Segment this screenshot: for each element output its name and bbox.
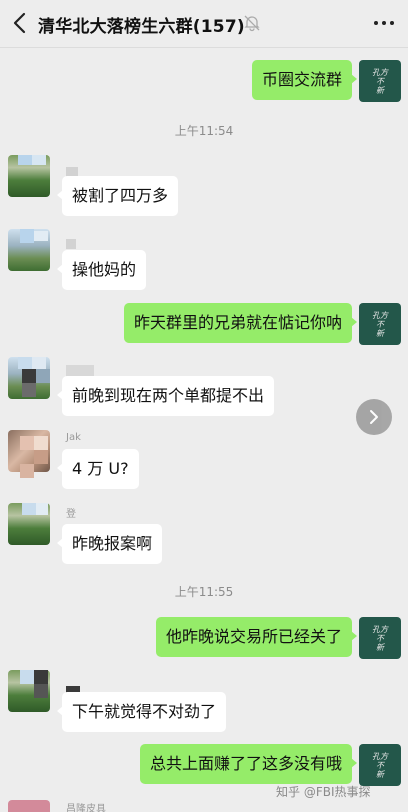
bell-muted-icon bbox=[243, 14, 261, 32]
scroll-next-button[interactable] bbox=[356, 399, 392, 435]
avatar-text: 不 bbox=[376, 76, 384, 86]
message-bubble-sent[interactable]: 他昨晚说交易所已经关了 bbox=[155, 617, 358, 657]
my-avatar[interactable]: 孔方 不 新 bbox=[359, 303, 401, 345]
watermark: 知乎 @FBI热事探 bbox=[276, 785, 371, 799]
member-avatar[interactable] bbox=[8, 800, 50, 812]
avatar-text: 孔方 bbox=[372, 67, 388, 77]
avatar-text: 不 bbox=[376, 760, 384, 770]
avatar-text: 不 bbox=[376, 319, 384, 329]
chat-title[interactable]: 清华北大落榜生六群(157) bbox=[38, 12, 245, 37]
avatar-text: 新 bbox=[376, 642, 384, 652]
message-bubble-sent[interactable]: 币圈交流群 bbox=[251, 60, 358, 100]
avatar-text: 孔方 bbox=[372, 624, 388, 634]
message-bubble-received[interactable]: 前晚到现在两个单都提不出 bbox=[56, 376, 275, 416]
message-bubble-received[interactable]: 4 万 U? bbox=[57, 449, 139, 489]
message-bubble-sent[interactable]: 总共上面赚了了这多没有哦 bbox=[139, 744, 358, 784]
timestamp: 上午11:55 bbox=[174, 585, 234, 599]
avatar-text: 不 bbox=[376, 633, 384, 643]
ellipsis-dot bbox=[382, 21, 386, 25]
member-name: 昌隆皮具 bbox=[66, 804, 106, 812]
member-name: 登 bbox=[66, 509, 76, 520]
my-avatar[interactable]: 孔方 不 新 bbox=[359, 617, 401, 659]
avatar-text: 孔方 bbox=[372, 310, 388, 320]
my-avatar[interactable]: 孔方 不 新 bbox=[359, 744, 401, 786]
message-bubble-received[interactable]: 下午就觉得不对劲了 bbox=[56, 692, 227, 732]
member-name: Jak bbox=[66, 432, 81, 443]
my-avatar[interactable]: 孔方 不 新 bbox=[359, 60, 401, 102]
more-options-button[interactable] bbox=[368, 8, 400, 38]
message-bubble-received[interactable]: 被割了四万多 bbox=[56, 176, 179, 216]
ellipsis-dot bbox=[390, 21, 394, 25]
avatar-text: 新 bbox=[376, 85, 384, 95]
chat-header: 清华北大落榜生六群(157) bbox=[0, 0, 408, 48]
timestamp: 上午11:54 bbox=[174, 124, 234, 138]
avatar-text: 新 bbox=[376, 769, 384, 779]
message-bubble-received[interactable]: 昨晚报案啊 bbox=[56, 524, 163, 564]
avatar-text: 新 bbox=[376, 328, 384, 338]
back-button[interactable] bbox=[4, 6, 38, 40]
ellipsis-icon bbox=[374, 21, 378, 25]
chevron-right-icon bbox=[370, 410, 378, 424]
message-bubble-received[interactable]: 操他妈的 bbox=[56, 250, 147, 290]
avatar-text: 孔方 bbox=[372, 751, 388, 761]
message-bubble-sent[interactable]: 昨天群里的兄弟就在惦记你呐 bbox=[123, 303, 358, 343]
chevron-left-icon bbox=[13, 12, 26, 34]
